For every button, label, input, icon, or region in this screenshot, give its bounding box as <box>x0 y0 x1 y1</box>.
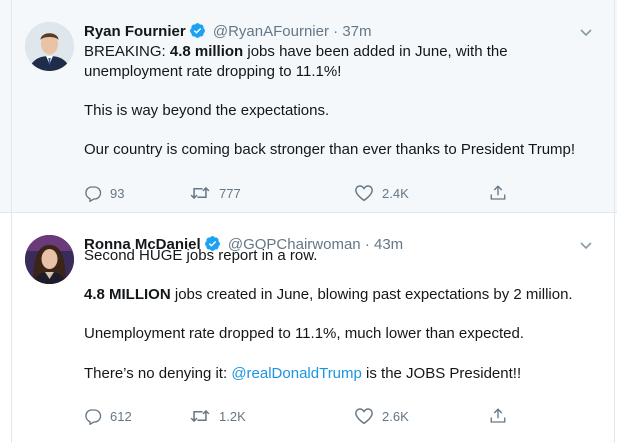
timestamp[interactable]: 37m <box>342 23 371 40</box>
author-handle[interactable]: @RyanAFournier <box>213 23 329 40</box>
timeline-feed: Ryan Fournier @RyanAFournier · 37m BREAK… <box>0 0 617 443</box>
like-button[interactable]: 2.4K <box>354 184 409 204</box>
reply-icon <box>85 409 102 426</box>
like-count: 2.6K <box>382 409 409 424</box>
retweet-button[interactable]: 777 <box>189 184 241 204</box>
retweet-button[interactable]: 1.2K <box>189 407 246 427</box>
tweet-paragraph: BREAKING: 4.8 million jobs have been add… <box>84 42 587 81</box>
share-button[interactable] <box>489 407 515 427</box>
share-icon <box>490 408 506 423</box>
reply-button[interactable]: 93 <box>84 184 124 204</box>
text-span: is the JOBS President!! <box>361 364 522 382</box>
tweet-text: Second HUGE jobs report in a row. 4.8 MI… <box>84 246 587 383</box>
tweet-ryan-fournier[interactable]: Ryan Fournier @RyanAFournier · 37m BREAK… <box>0 0 617 213</box>
reply-button[interactable]: 612 <box>84 407 132 427</box>
column-border-left <box>11 0 12 443</box>
tweet-text: BREAKING: 4.8 million jobs have been add… <box>84 42 587 160</box>
author-name[interactable]: Ryan Fournier <box>84 23 186 40</box>
tweet-paragraph: 4.8 MILLION jobs created in June, blowin… <box>84 285 587 305</box>
avatar[interactable] <box>25 22 74 71</box>
tweet-ronna-mcdaniel[interactable]: Ronna McDaniel @GOPChairwoman · 43m Seco… <box>0 213 617 443</box>
column-border-right <box>614 0 615 443</box>
like-icon <box>355 408 373 425</box>
like-icon <box>355 185 373 202</box>
bold-text: 4.8 MILLION <box>84 286 171 304</box>
bold-text: 4.8 million <box>169 43 244 60</box>
share-button[interactable] <box>489 184 515 204</box>
tweet-paragraph: Unemployment rate dropped to 11.1%, much… <box>84 325 524 343</box>
reply-icon <box>85 186 102 203</box>
share-icon <box>490 185 506 200</box>
tweet-paragraph: Second HUGE jobs report in a row. <box>84 247 318 264</box>
retweet-count: 1.2K <box>219 409 246 424</box>
reply-count: 93 <box>110 186 125 201</box>
retweet-count: 777 <box>219 186 241 201</box>
reply-count: 612 <box>110 409 132 424</box>
mention-link[interactable]: @realDonaldTrump <box>231 365 362 382</box>
like-button[interactable]: 2.6K <box>354 407 409 427</box>
avatar[interactable] <box>25 235 74 284</box>
text-span: jobs created in June, blowing past expec… <box>170 286 573 304</box>
text-span: BREAKING: <box>84 43 170 60</box>
retweet-icon <box>190 186 210 200</box>
text-span: There’s no denying it: <box>84 364 232 382</box>
like-count: 2.4K <box>382 186 409 201</box>
retweet-icon <box>190 409 210 423</box>
separator-dot: · <box>333 23 339 40</box>
chevron-down-icon[interactable] <box>577 26 595 40</box>
tweet-paragraph: Our country is coming back stronger than… <box>84 141 576 159</box>
tweet-paragraph: This is way beyond the expectations. <box>84 101 330 119</box>
tweet-paragraph: There’s no denying it: @realDonaldTrump … <box>84 364 587 384</box>
